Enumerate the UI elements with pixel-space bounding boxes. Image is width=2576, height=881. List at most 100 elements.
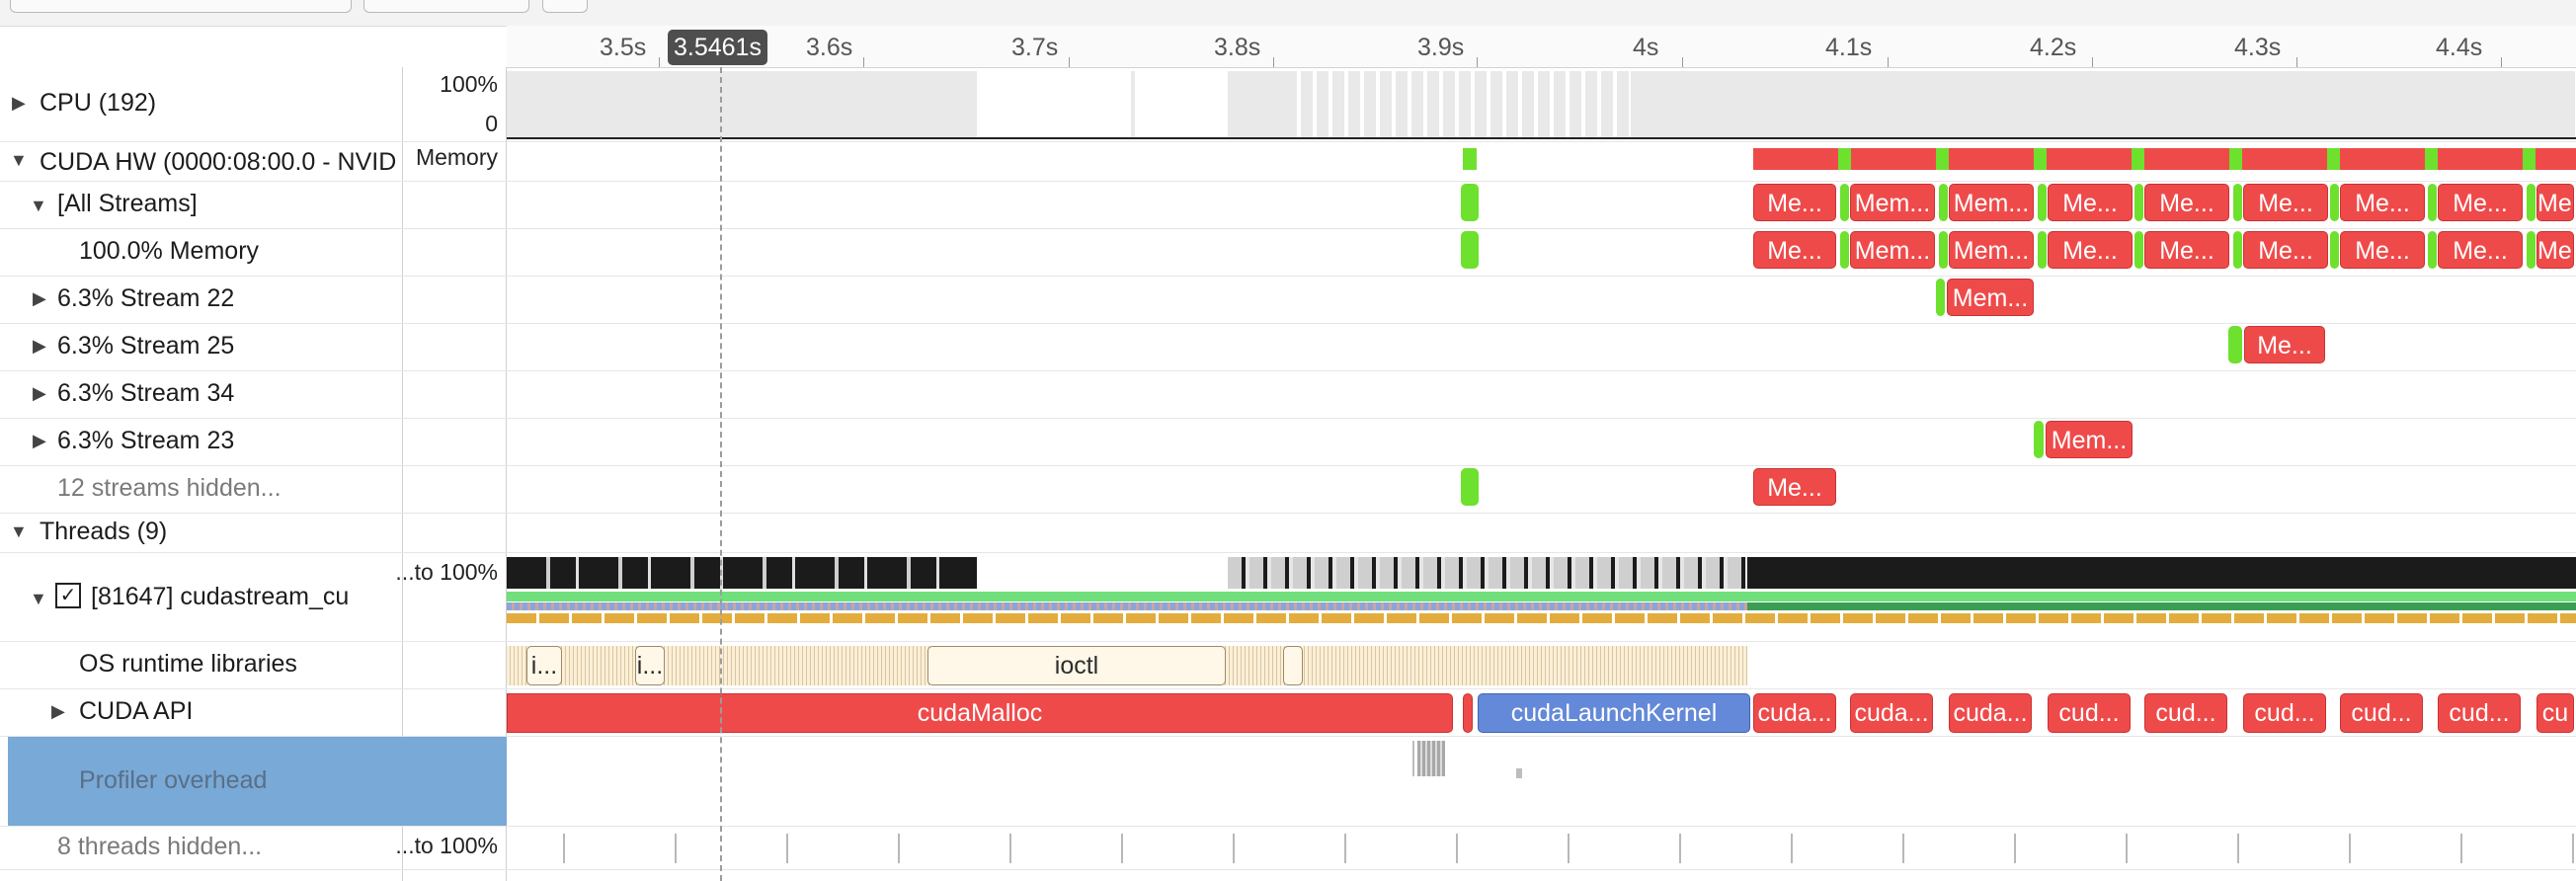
- expand-caret-icon[interactable]: ▶: [33, 431, 46, 451]
- row-label-memory[interactable]: 100.0% Memory: [79, 237, 259, 266]
- collapse-caret-icon[interactable]: ▼: [30, 589, 47, 609]
- thread-cpu-activity: [507, 557, 977, 589]
- kernel-block[interactable]: [2038, 184, 2047, 221]
- kernel-block[interactable]: [2228, 326, 2242, 363]
- time-ruler[interactable]: 3.5s 3.6s 3.7s 3.8s 3.9s 4s 4.1s 4.2s 4.…: [507, 26, 2576, 68]
- collapse-caret-icon[interactable]: ▼: [30, 196, 47, 216]
- kernel-block[interactable]: [2428, 231, 2437, 269]
- kernel-block[interactable]: [1461, 184, 1479, 221]
- row-label-stream-23[interactable]: 6.3% Stream 23: [57, 427, 234, 455]
- memcpy-block[interactable]: Mem...: [1947, 279, 2034, 316]
- memcpy-block[interactable]: Me...: [2340, 184, 2425, 221]
- kernel-block[interactable]: [2134, 184, 2143, 221]
- memcpy-block[interactable]: Me...: [1753, 231, 1836, 269]
- cuda-api-call[interactable]: cuda...: [1753, 693, 1836, 733]
- kernel-block[interactable]: [2038, 231, 2047, 269]
- memcpy-block[interactable]: Me...: [1753, 468, 1836, 506]
- timeline[interactable]: Me... Mem... Mem... Me... Me... Me... Me... Me.…: [507, 67, 2576, 881]
- kernel-block[interactable]: [2134, 231, 2143, 269]
- row-label-stream-25[interactable]: 6.3% Stream 25: [57, 332, 234, 360]
- thread-state-band: [1747, 602, 2576, 610]
- cpu-baseline: [507, 137, 2576, 139]
- expand-caret-icon[interactable]: ▶: [33, 288, 46, 309]
- kernel-block[interactable]: [1939, 184, 1948, 221]
- memcpy-block[interactable]: Me...: [2244, 326, 2325, 363]
- row-label-stream-34[interactable]: 6.3% Stream 34: [57, 379, 234, 408]
- kernel-block[interactable]: [2233, 231, 2242, 269]
- cpu-usage-band: [1131, 71, 1135, 138]
- collapse-caret-icon[interactable]: ▼: [10, 521, 28, 542]
- memcpy-block[interactable]: Me...: [2243, 184, 2328, 221]
- cuda-api-call[interactable]: cud...: [2340, 693, 2423, 733]
- hidden-threads-activity: [507, 834, 2576, 863]
- kernel-block[interactable]: [2034, 421, 2044, 458]
- cuda-api-call[interactable]: cud...: [2243, 693, 2326, 733]
- memcpy-block[interactable]: Me...: [2340, 231, 2425, 269]
- kernel-block[interactable]: [1461, 231, 1479, 269]
- thread-cpu-activity: [1228, 557, 1747, 589]
- kernel-block[interactable]: [2527, 231, 2536, 269]
- memcpy-block[interactable]: Me...: [2144, 231, 2229, 269]
- kernel-block[interactable]: [2330, 184, 2339, 221]
- kernel-block[interactable]: [2330, 231, 2339, 269]
- row-label-streams-hidden[interactable]: 12 streams hidden...: [57, 474, 282, 503]
- cuda-malloc-call[interactable]: cudaMalloc: [507, 693, 1453, 733]
- ioctl-call[interactable]: ioctl: [927, 646, 1226, 685]
- kernel-block[interactable]: [1939, 231, 1948, 269]
- cuda-api-call[interactable]: cud...: [2048, 693, 2131, 733]
- row-label-stream-22[interactable]: 6.3% Stream 22: [57, 284, 234, 313]
- memcpy-block[interactable]: Me...: [2144, 184, 2229, 221]
- memcpy-block[interactable]: Me...: [2048, 231, 2133, 269]
- kernel-block[interactable]: [1461, 468, 1479, 506]
- kernel-block[interactable]: [1840, 184, 1849, 221]
- expand-caret-icon[interactable]: ▶: [33, 336, 46, 357]
- cuda-api-call[interactable]: cud...: [2438, 693, 2521, 733]
- memcpy-block[interactable]: Mem...: [1850, 231, 1935, 269]
- toolbar-button-3[interactable]: [542, 0, 588, 13]
- profiler-overhead-mark: [1417, 741, 1445, 776]
- memcpy-block[interactable]: Me...: [2536, 231, 2574, 269]
- cpu-usage-gaps: [1285, 71, 1631, 138]
- memcpy-block[interactable]: Mem...: [1850, 184, 1935, 221]
- row-label-all-streams[interactable]: [All Streams]: [57, 190, 198, 218]
- cuda-launch-kernel-call[interactable]: cudaLaunchKernel: [1478, 693, 1750, 733]
- thread-cpu-activity: [1747, 557, 2576, 589]
- tick-label: 3.9s: [1417, 34, 1465, 61]
- os-runtime-call[interactable]: i...: [635, 646, 665, 685]
- toolbar-button-1[interactable]: [10, 0, 352, 13]
- expand-caret-icon[interactable]: ▶: [51, 701, 65, 722]
- cuda-api-call[interactable]: cu: [2536, 693, 2574, 733]
- cuda-api-call[interactable]: cud...: [2144, 693, 2227, 733]
- kernel-block[interactable]: [2233, 184, 2242, 221]
- tick-label: 3.6s: [806, 34, 853, 61]
- kernel-block[interactable]: [1840, 231, 1849, 269]
- cuda-api-call[interactable]: [1463, 693, 1473, 733]
- kernel-block[interactable]: [1936, 279, 1945, 316]
- os-runtime-call[interactable]: i...: [526, 646, 562, 685]
- os-runtime-call[interactable]: [1283, 646, 1303, 685]
- memcpy-block[interactable]: Me...: [2243, 231, 2328, 269]
- memcpy-block[interactable]: Me...: [1753, 184, 1836, 221]
- row-label-profiler-overhead[interactable]: Profiler overhead: [79, 766, 267, 795]
- cuda-api-call[interactable]: cuda...: [1850, 693, 1933, 733]
- memcpy-block[interactable]: Me...: [2536, 184, 2574, 221]
- toolbar-button-2[interactable]: [363, 0, 529, 13]
- row-label-thread-81647[interactable]: [81647] cudastream_cu: [91, 583, 397, 611]
- expand-caret-icon[interactable]: ▶: [33, 383, 46, 404]
- row-label-cuda-api[interactable]: CUDA API: [79, 697, 193, 726]
- thread-checkbox[interactable]: ✓: [55, 583, 81, 608]
- tick-label: 4.4s: [2436, 34, 2483, 61]
- kernel-block[interactable]: [2527, 184, 2536, 221]
- memcpy-block[interactable]: Mem...: [2046, 421, 2133, 458]
- row-label-os-runtime[interactable]: OS runtime libraries: [79, 650, 297, 679]
- thread-state-band: [507, 592, 2576, 601]
- memcpy-block[interactable]: Mem...: [1949, 231, 2034, 269]
- memory-activity-band: [1753, 148, 2576, 170]
- cuda-api-call[interactable]: cuda...: [1949, 693, 2032, 733]
- memcpy-block[interactable]: Mem...: [1949, 184, 2034, 221]
- kernel-block[interactable]: [2428, 184, 2437, 221]
- row-label-threads[interactable]: Threads (9): [40, 518, 167, 546]
- memcpy-block[interactable]: Me...: [2048, 184, 2133, 221]
- memcpy-block[interactable]: Me...: [2438, 184, 2523, 221]
- memcpy-block[interactable]: Me...: [2438, 231, 2523, 269]
